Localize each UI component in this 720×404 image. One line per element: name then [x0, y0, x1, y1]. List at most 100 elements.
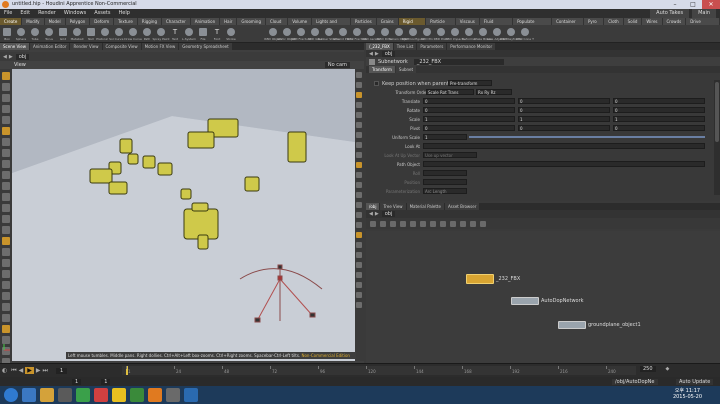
viewer-tool-icon[interactable] — [2, 105, 10, 113]
network-tool-icon[interactable] — [420, 220, 426, 227]
viewer-tool-icon[interactable] — [2, 314, 10, 322]
display-option-icon[interactable] — [356, 222, 362, 228]
shelf-tab-rigging[interactable]: Rigging — [137, 18, 161, 25]
forward-icon[interactable]: ▶ — [375, 51, 379, 57]
app-icon[interactable] — [166, 388, 180, 402]
param-pivot-z[interactable]: 0 — [613, 125, 705, 131]
display-option-icon[interactable] — [356, 292, 362, 298]
viewer-tool-icon[interactable] — [2, 160, 10, 168]
media-icon[interactable] — [58, 388, 72, 402]
tab-obj[interactable]: /obj — [366, 203, 380, 210]
shelf-tab-pyro-fx[interactable]: Pyro FX — [583, 18, 604, 31]
shelf-tool-rbd-cone-t[interactable]: RBD Cone T — [516, 27, 534, 41]
viewer-path[interactable]: obj — [15, 53, 30, 60]
end-frame-field[interactable]: 250 — [640, 366, 656, 372]
network-tool-icon[interactable] — [370, 220, 376, 227]
shelf-tab-grains[interactable]: Grains — [376, 18, 398, 25]
dop-path-button[interactable]: /obj/AutoDopNe — [612, 378, 658, 385]
viewer-tool-icon[interactable] — [2, 204, 10, 212]
viewer-tool-icon[interactable] — [2, 237, 10, 245]
desktop-select[interactable]: Main — [692, 9, 716, 18]
path-object-field[interactable] — [423, 161, 705, 167]
node-groundplane-tile[interactable] — [558, 321, 586, 329]
start-button-icon[interactable] — [4, 388, 18, 402]
pretransform-menu[interactable]: Pre-transform — [448, 80, 492, 86]
shelf-tool-platonic-sol[interactable]: Platonic Sol — [96, 27, 114, 41]
shelf-tab-container-tools[interactable]: Container Tools — [552, 18, 583, 31]
shelf-tool-rbd-fracture[interactable]: RBD Fracture — [291, 27, 311, 41]
tab-232-fbx[interactable]: /_232_FBX — [366, 43, 393, 50]
tab-parameters[interactable]: Parameters — [417, 43, 447, 50]
range-start-field[interactable]: 1 — [72, 378, 82, 385]
forward-icon[interactable]: ▶ — [9, 54, 13, 60]
uniform-scale-slider[interactable] — [469, 136, 705, 138]
param-pivot-y[interactable]: 0 — [518, 125, 610, 131]
shelf-tab-crowds[interactable]: Crowds — [662, 18, 686, 25]
minimize-button[interactable]: – — [666, 0, 684, 9]
tab-scene-view[interactable]: Scene View — [0, 43, 29, 50]
step-back-icon[interactable]: ◀ — [19, 367, 24, 374]
tab-material-palette[interactable]: Material Palette — [406, 203, 444, 210]
display-option-icon[interactable] — [356, 252, 362, 258]
timeline-ruler[interactable]: 1 24 48 72 96 120 144 168 192 216 240 — [122, 366, 636, 375]
param-scale-x[interactable]: 1 — [423, 116, 515, 122]
app-icon[interactable] — [130, 388, 144, 402]
shelf-tab-hair[interactable]: Hair — [220, 18, 237, 25]
back-icon[interactable]: ◀ — [369, 211, 373, 217]
tab-performance-monitor[interactable]: Performance Monitor — [447, 43, 496, 50]
viewer-tool-icon[interactable] — [2, 226, 10, 234]
kakaotalk-icon[interactable] — [112, 388, 126, 402]
roll-field[interactable] — [423, 170, 467, 176]
viewer-tool-icon[interactable] — [2, 281, 10, 289]
network-tool-icon[interactable] — [430, 220, 436, 227]
subtab-transform[interactable]: Transform — [369, 66, 395, 73]
param-rotate-x[interactable]: 0 — [423, 107, 515, 113]
viewer-tool-icon[interactable] — [2, 127, 10, 135]
viewer-tool-icon[interactable] — [2, 215, 10, 223]
display-option-icon[interactable] — [356, 242, 362, 248]
param-scale-y[interactable]: 1 — [518, 116, 610, 122]
display-option-icon[interactable] — [356, 92, 362, 98]
network-tool-icon[interactable] — [480, 220, 486, 227]
shelf-tool-font[interactable]: T Font — [210, 27, 224, 41]
shelf-tab-solid[interactable]: Solid — [623, 18, 642, 25]
shelf-tab-deform[interactable]: Deform — [90, 18, 114, 25]
shelf-tool-draw-curve[interactable]: Draw Curve — [124, 27, 142, 41]
shelf-tab-populate-containers[interactable]: Populate Containers — [513, 18, 552, 31]
tab-tree-list[interactable]: Tree List — [393, 43, 417, 50]
position-field[interactable] — [423, 179, 467, 185]
back-icon[interactable]: ◀ — [3, 54, 7, 60]
shelf-tool-text[interactable]: T Text — [168, 27, 182, 41]
viewer-tool-icon[interactable] — [2, 193, 10, 201]
menu-assets[interactable]: Assets — [90, 9, 114, 18]
explorer-icon[interactable] — [40, 388, 54, 402]
shelf-tool-metaball[interactable]: Metaball — [70, 27, 84, 41]
keep-position-checkbox[interactable] — [374, 81, 379, 86]
rotation-order-menu[interactable]: Rx Ry Rz — [476, 89, 512, 95]
param-rotate-y[interactable]: 0 — [518, 107, 610, 113]
clock[interactable]: 오후 11:17 2015-05-20 — [673, 388, 702, 400]
tab-animation-editor[interactable]: Animation Editor — [29, 43, 70, 50]
display-option-icon[interactable] — [356, 82, 362, 88]
auto-takes-toggle[interactable]: Auto Takes — [650, 9, 690, 18]
display-option-icon[interactable] — [356, 212, 362, 218]
uniform-scale-field[interactable]: 1 — [423, 134, 467, 140]
param-translate-z[interactable]: 0 — [613, 98, 705, 104]
shelf-tool-grid[interactable]: Grid — [56, 27, 70, 41]
key-icon[interactable]: ◆ — [666, 366, 670, 372]
houdini-taskbar-icon[interactable] — [148, 388, 162, 402]
parameterization-menu[interactable]: Arc Length — [423, 188, 467, 194]
viewer-tool-icon[interactable] — [2, 116, 10, 124]
node-name[interactable]: _232_FBX — [413, 58, 504, 65]
viewer-tool-icon[interactable] — [2, 270, 10, 278]
shelf-tab-particle-fluids[interactable]: Particle Fluids — [426, 18, 455, 31]
shelf-tab-lights-and-cameras[interactable]: Lights and Cameras — [312, 18, 350, 31]
shelf-tab-polygon[interactable]: Polygon — [65, 18, 90, 25]
shelf-tool-rbd-impacts[interactable]: RBD Impacts — [445, 27, 465, 41]
auto-update-button[interactable]: Auto Update — [676, 378, 714, 385]
tab-composite-view[interactable]: Composite View — [102, 43, 141, 50]
viewer-tool-icon[interactable] — [2, 138, 10, 146]
camera-menu[interactable]: No cam — [324, 62, 350, 68]
viewer-tool-icon[interactable] — [2, 83, 10, 91]
app-icon[interactable] — [184, 388, 198, 402]
